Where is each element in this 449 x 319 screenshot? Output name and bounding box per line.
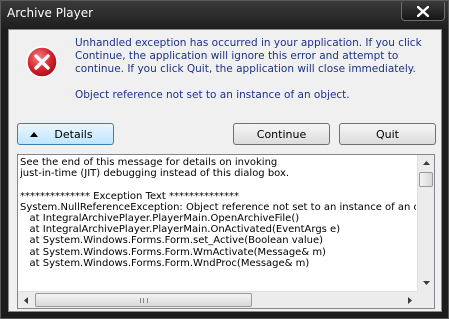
- continue-button[interactable]: Continue: [233, 123, 330, 145]
- quit-button-label: Quit: [376, 127, 399, 141]
- horizontal-scroll-thumb[interactable]: [35, 293, 252, 307]
- error-message-main: Unhandled exception has occurred in your…: [75, 37, 422, 75]
- scroll-down-icon: [422, 281, 430, 285]
- scroll-grip-icon: [140, 298, 148, 303]
- scroll-right-icon: [408, 296, 412, 304]
- details-button-label: Details: [54, 127, 93, 141]
- collapse-arrow-icon: [30, 132, 38, 137]
- error-message-detail: Object reference not set to an instance …: [75, 89, 350, 101]
- scroll-left-icon: [24, 296, 28, 304]
- dialog-body: Unhandled exception has occurred in your…: [8, 29, 442, 312]
- scroll-down-button[interactable]: [418, 275, 434, 291]
- scroll-right-button[interactable]: [402, 292, 418, 308]
- details-textbox[interactable]: See the end of this message for details …: [17, 154, 435, 309]
- details-text[interactable]: See the end of this message for details …: [20, 157, 416, 290]
- dialog-window: Archive Player Unhandled exception has o…: [0, 0, 449, 319]
- details-button[interactable]: Details: [17, 123, 114, 145]
- error-icon: [26, 46, 58, 78]
- window-title: Archive Player: [7, 6, 94, 20]
- scrollbar-corner: [417, 291, 434, 308]
- title-bar[interactable]: Archive Player: [1, 1, 448, 29]
- quit-button[interactable]: Quit: [339, 123, 436, 145]
- scroll-up-button[interactable]: [418, 155, 434, 171]
- error-message: Unhandled exception has occurred in your…: [75, 37, 437, 102]
- vertical-scrollbar[interactable]: [417, 155, 434, 291]
- close-icon: [417, 5, 429, 17]
- horizontal-scrollbar[interactable]: [18, 291, 418, 308]
- continue-button-label: Continue: [256, 127, 307, 141]
- scroll-up-icon: [422, 161, 430, 165]
- scroll-left-button[interactable]: [18, 292, 34, 308]
- close-button[interactable]: [401, 2, 445, 21]
- vertical-scroll-thumb[interactable]: [419, 172, 433, 187]
